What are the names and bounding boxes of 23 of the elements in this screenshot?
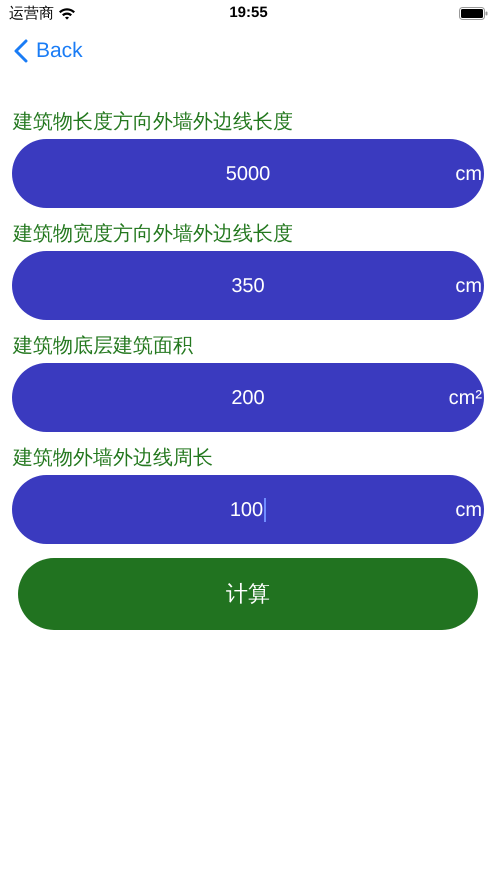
input-field[interactable]: 350 cm	[12, 251, 484, 320]
field-value: 200	[231, 386, 265, 410]
field-value: 5000	[226, 162, 270, 186]
back-button[interactable]: Back	[14, 35, 83, 67]
battery-icon	[459, 6, 488, 20]
field-label: 建筑物外墙外边线周长	[13, 444, 214, 470]
carrier-name: 运营商	[9, 2, 54, 24]
field-label: 建筑物底层建筑面积	[13, 332, 194, 358]
field-value: 350	[231, 274, 265, 298]
wifi-icon	[58, 6, 76, 20]
field-label: 建筑物宽度方向外墙外边线长度	[13, 220, 294, 246]
field-label: 建筑物长度方向外墙外边线长度	[13, 108, 294, 134]
input-field[interactable]: 200 cm²	[12, 363, 484, 432]
unit-label: cm	[455, 274, 482, 298]
calculate-button[interactable]: 计算	[18, 558, 478, 630]
field-value: 100	[230, 494, 266, 524]
input-field[interactable]: 100 cm	[12, 475, 484, 544]
clock-time: 19:55	[229, 2, 268, 23]
input-field[interactable]: 5000 cm	[12, 139, 484, 208]
unit-label: cm	[455, 498, 482, 522]
unit-label: cm	[455, 162, 482, 186]
unit-label: cm²	[448, 386, 482, 410]
chevron-left-icon	[14, 39, 28, 63]
